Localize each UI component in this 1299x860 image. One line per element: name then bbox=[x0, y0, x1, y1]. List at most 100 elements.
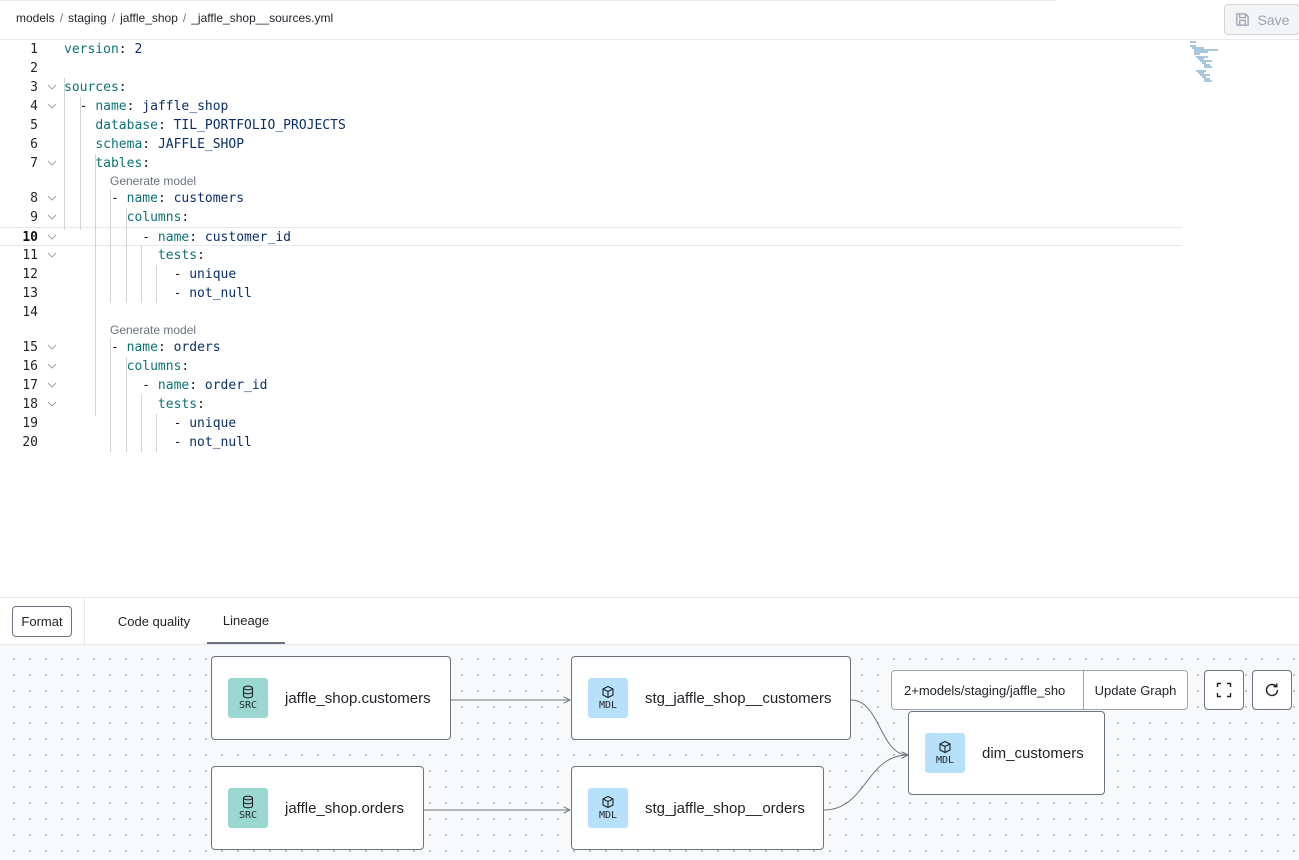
yaml-key: tables bbox=[95, 156, 143, 171]
indent-guide bbox=[80, 97, 81, 230]
code-line[interactable]: 15 - name: orders bbox=[0, 338, 1182, 357]
cube-icon bbox=[939, 740, 951, 754]
fold-chevron-icon[interactable] bbox=[47, 380, 57, 390]
update-graph-button[interactable]: Update Graph bbox=[1084, 671, 1187, 709]
save-icon bbox=[1235, 13, 1249, 26]
database-icon bbox=[242, 685, 254, 699]
yaml-punct: : bbox=[157, 340, 174, 355]
model-badge: MDL bbox=[925, 733, 965, 773]
selector-input[interactable]: 2+models/staging/jaffle_sho bbox=[892, 671, 1084, 709]
lineage-node-model-stg-customers[interactable]: MDL stg_jaffle_shop__customers bbox=[571, 656, 851, 740]
code-line[interactable]: 16 columns: bbox=[0, 357, 1182, 376]
code-line[interactable]: 17 - name: order_id bbox=[0, 376, 1182, 395]
code-line[interactable]: 13 - not_null bbox=[0, 284, 1182, 303]
code-line[interactable]: 12 - unique bbox=[0, 265, 1182, 284]
yaml-value: jaffle_shop bbox=[142, 99, 229, 114]
line-number: 11 bbox=[22, 248, 38, 263]
refresh-button[interactable] bbox=[1252, 670, 1292, 710]
line-number: 10 bbox=[22, 230, 38, 245]
lineage-node-model-dim-customers[interactable]: MDL dim_customers bbox=[908, 711, 1105, 795]
code-text: sources: bbox=[64, 78, 127, 97]
save-button[interactable]: Save bbox=[1224, 4, 1299, 35]
indent-guide bbox=[126, 357, 127, 452]
breadcrumb-item[interactable]: jaffle_shop bbox=[120, 11, 178, 25]
yaml-value: unique bbox=[189, 416, 237, 431]
breadcrumb-item[interactable]: staging bbox=[68, 11, 107, 25]
model-badge: MDL bbox=[588, 678, 628, 718]
fold-chevron-icon[interactable] bbox=[47, 232, 57, 242]
line-number: 1 bbox=[30, 42, 38, 57]
line-number: 8 bbox=[30, 191, 38, 206]
line-number: 16 bbox=[22, 359, 38, 374]
refresh-icon bbox=[1265, 683, 1279, 697]
code-text: tables: bbox=[64, 154, 150, 173]
code-line[interactable]: 7 tables: bbox=[0, 154, 1182, 173]
fold-chevron-icon[interactable] bbox=[47, 193, 57, 203]
code-line[interactable]: 4 - name: jaffle_shop bbox=[0, 97, 1182, 116]
code-line[interactable]: 5 database: TIL_PORTFOLIO_PROJECTS bbox=[0, 116, 1182, 135]
code-text: - unique bbox=[64, 414, 237, 433]
indent-guide bbox=[110, 189, 111, 303]
code-editor[interactable]: 1 version: 2 2 3 sources: 4 - name: jaffle_sh… bbox=[0, 40, 1299, 597]
lineage-canvas[interactable]: SRC jaffle_shop.customers SRC jaffle_sho… bbox=[0, 645, 1299, 860]
generate-model-codelens[interactable]: Generate model bbox=[110, 323, 196, 337]
lineage-node-model-stg-orders[interactable]: MDL stg_jaffle_shop__orders bbox=[571, 766, 824, 850]
breadcrumb-item[interactable]: models bbox=[16, 11, 55, 25]
code-text: - not_null bbox=[64, 284, 252, 303]
yaml-punct: : bbox=[189, 230, 205, 245]
database-icon bbox=[242, 795, 254, 809]
lineage-node-source-orders[interactable]: SRC jaffle_shop.orders bbox=[211, 766, 424, 850]
yaml-key: name bbox=[126, 191, 158, 206]
minimap[interactable] bbox=[1188, 40, 1228, 85]
fold-chevron-icon[interactable] bbox=[47, 212, 57, 222]
yaml-punct: : bbox=[157, 118, 174, 133]
yaml-value: JAFFLE_SHOP bbox=[157, 137, 245, 152]
code-line[interactable]: 3 sources: bbox=[0, 78, 1182, 97]
fold-chevron-icon[interactable] bbox=[47, 250, 57, 260]
line-number: 19 bbox=[22, 416, 38, 431]
fold-chevron-icon[interactable] bbox=[47, 342, 57, 352]
fold-chevron-icon[interactable] bbox=[47, 399, 57, 409]
yaml-value: 2 bbox=[134, 42, 143, 57]
code-text: - name: jaffle_shop bbox=[64, 97, 229, 116]
yaml-punct: : bbox=[197, 248, 205, 263]
format-button[interactable]: Format bbox=[12, 606, 72, 637]
lineage-node-source-customers[interactable]: SRC jaffle_shop.customers bbox=[211, 656, 451, 740]
fullscreen-button[interactable] bbox=[1204, 670, 1244, 710]
yaml-key: name bbox=[126, 340, 158, 355]
fold-chevron-icon[interactable] bbox=[47, 361, 57, 371]
breadcrumb-item[interactable]: _jaffle_shop__sources.yml bbox=[191, 11, 333, 25]
code-line[interactable]: 10 - name: customer_id bbox=[0, 227, 1182, 246]
yaml-value: order_id bbox=[204, 378, 268, 393]
code-line[interactable]: 1 version: 2 bbox=[0, 40, 1182, 59]
badge-label: SRC bbox=[238, 810, 258, 821]
code-line[interactable]: 6 schema: JAFFLE_SHOP bbox=[0, 135, 1182, 154]
fold-chevron-icon[interactable] bbox=[47, 101, 57, 111]
header-rule bbox=[0, 0, 1056, 1]
code-text: - unique bbox=[64, 265, 237, 284]
code-line[interactable]: 9 columns: bbox=[0, 208, 1182, 227]
code-line[interactable]: 19 - unique bbox=[0, 414, 1182, 433]
yaml-key: name bbox=[157, 378, 190, 393]
yaml-punct: : bbox=[142, 137, 158, 152]
badge-label: MDL bbox=[598, 810, 618, 821]
code-line[interactable]: 18 tests: bbox=[0, 395, 1182, 414]
yaml-key: database bbox=[95, 118, 158, 133]
code-line[interactable]: 2 bbox=[0, 59, 1182, 78]
breadcrumb: models / staging / jaffle_shop / _jaffle_sh… bbox=[16, 11, 333, 25]
yaml-key: schema bbox=[95, 137, 143, 152]
code-line[interactable]: 8 - name: customers bbox=[0, 189, 1182, 208]
yaml-key: sources bbox=[64, 80, 119, 95]
yaml-punct: : bbox=[189, 378, 205, 393]
tab-lineage[interactable]: Lineage bbox=[207, 598, 285, 644]
code-line[interactable]: 20 - not_null bbox=[0, 433, 1182, 452]
tab-code-quality[interactable]: Code quality bbox=[106, 598, 202, 644]
generate-model-codelens[interactable]: Generate model bbox=[110, 174, 196, 188]
fold-chevron-icon[interactable] bbox=[47, 82, 57, 92]
fold-chevron-icon[interactable] bbox=[47, 158, 57, 168]
code-line[interactable]: 11 tests: bbox=[0, 246, 1182, 265]
yaml-key: version bbox=[64, 42, 119, 57]
line-number: 4 bbox=[30, 99, 38, 114]
code-line[interactable]: 14 bbox=[0, 303, 1182, 322]
breadcrumb-separator: / bbox=[111, 11, 116, 25]
